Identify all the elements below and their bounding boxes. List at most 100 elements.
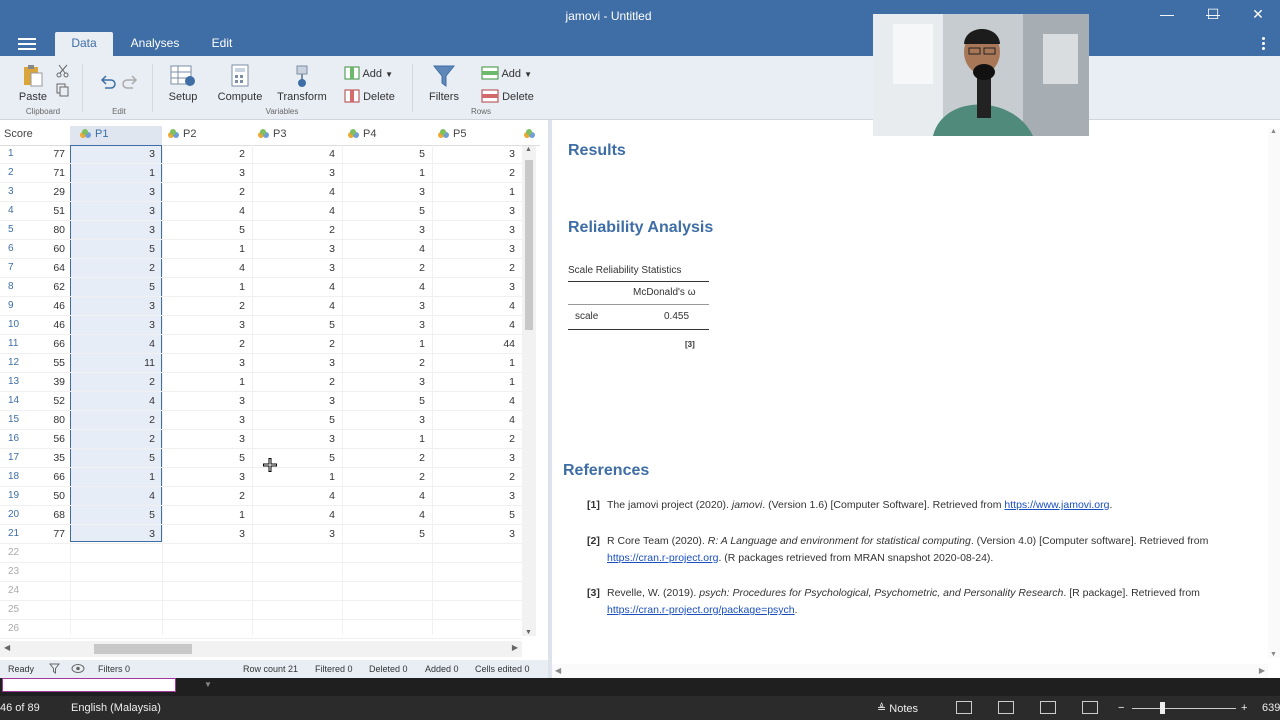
table-row[interactable]: 16 56 2 3 3 1 2 <box>0 430 522 449</box>
column-header-p5[interactable]: P5 <box>432 126 522 146</box>
cell-p5[interactable]: 3 <box>455 525 515 543</box>
cell-p1[interactable]: 3 <box>95 202 155 220</box>
cell-score[interactable]: 60 <box>5 240 65 258</box>
cell-p4[interactable]: 3 <box>365 297 425 315</box>
cell-p2[interactable]: 2 <box>185 145 245 163</box>
cell-p4[interactable]: 2 <box>365 449 425 467</box>
cell-p4[interactable]: 4 <box>365 487 425 505</box>
reference-link[interactable]: https://www.jamovi.org <box>1004 499 1109 511</box>
cell-p1[interactable]: 2 <box>95 259 155 277</box>
column-header-p3[interactable]: P3 <box>252 126 342 146</box>
cell-p2[interactable]: 1 <box>185 373 245 391</box>
cell-p5[interactable]: 3 <box>455 278 515 296</box>
undo-icon[interactable] <box>100 75 116 89</box>
cell-p3[interactable]: 1 <box>275 468 335 486</box>
cell-p1[interactable]: 5 <box>95 278 155 296</box>
table-row[interactable]: 10 46 3 3 5 3 4 <box>0 316 522 335</box>
slide-sorter-icon[interactable] <box>998 701 1014 714</box>
table-row[interactable]: 21 77 3 3 3 5 3 <box>0 525 522 544</box>
cell-score[interactable]: 71 <box>5 164 65 182</box>
table-row[interactable]: 23 <box>0 563 522 582</box>
cell-p5[interactable]: 3 <box>455 487 515 505</box>
horizontal-scrollbar[interactable]: ◀ ▶ <box>0 641 522 657</box>
cell-p5[interactable]: 3 <box>455 221 515 239</box>
cell-p2[interactable]: 3 <box>185 354 245 372</box>
cell-p4[interactable]: 4 <box>365 278 425 296</box>
scroll-down-icon[interactable]: ▼ <box>525 629 532 636</box>
cell-score[interactable]: 64 <box>5 259 65 277</box>
cell-p4[interactable]: 3 <box>365 373 425 391</box>
cell-p3[interactable]: 3 <box>275 354 335 372</box>
cell-score[interactable]: 46 <box>5 316 65 334</box>
table-row[interactable]: 19 50 4 2 4 4 3 <box>0 487 522 506</box>
column-header-score[interactable]: Score <box>4 126 70 146</box>
cell-p4[interactable]: 1 <box>365 164 425 182</box>
table-row[interactable]: 26 <box>0 620 522 639</box>
cell-p5[interactable]: 3 <box>455 202 515 220</box>
tab-analyses[interactable]: Analyses <box>124 32 186 56</box>
zoom-slider-handle[interactable] <box>1160 702 1165 714</box>
setup-button[interactable]: Setup <box>163 64 203 103</box>
cell-p5[interactable]: 44 <box>455 335 515 353</box>
cell-p5[interactable]: 2 <box>455 164 515 182</box>
cell-p2[interactable]: 1 <box>185 240 245 258</box>
cell-p2[interactable]: 1 <box>185 278 245 296</box>
cell-p2[interactable]: 3 <box>185 430 245 448</box>
cell-p1[interactable]: 5 <box>95 449 155 467</box>
redo-icon[interactable] <box>122 75 138 89</box>
cell-p1[interactable]: 2 <box>95 430 155 448</box>
cell-p3[interactable]: 4 <box>275 278 335 296</box>
cell-p5[interactable]: 1 <box>455 373 515 391</box>
cell-p1[interactable]: 3 <box>95 297 155 315</box>
menu-icon[interactable] <box>18 38 36 50</box>
cell-p3[interactable]: 4 <box>275 487 335 505</box>
cell-score[interactable]: 68 <box>5 506 65 524</box>
add-row-button[interactable]: Add ▼ <box>481 66 532 80</box>
cell-p5[interactable]: 2 <box>455 430 515 448</box>
add-variable-button[interactable]: Add ▼ <box>344 66 393 80</box>
close-button[interactable]: ✕ <box>1244 6 1272 23</box>
cell-p5[interactable]: 4 <box>455 316 515 334</box>
column-header-p2[interactable]: P2 <box>162 126 252 146</box>
zoom-slider[interactable] <box>1132 708 1236 709</box>
table-row[interactable]: 22 <box>0 544 522 563</box>
row-number[interactable]: 26 <box>0 620 22 638</box>
cell-p5[interactable]: 2 <box>455 259 515 277</box>
cell-p4[interactable]: 1 <box>365 430 425 448</box>
reference-link[interactable]: https://cran.r-project.org <box>607 552 718 564</box>
cell-p4[interactable]: 2 <box>365 468 425 486</box>
cell-p1[interactable]: 5 <box>95 240 155 258</box>
cell-p3[interactable]: 4 <box>275 145 335 163</box>
eye-icon[interactable] <box>71 663 85 674</box>
scroll-down-icon[interactable]: ▼ <box>1270 651 1277 658</box>
table-row[interactable]: 25 <box>0 601 522 620</box>
filter-icon[interactable] <box>49 663 60 674</box>
table-row[interactable]: 6 60 5 1 3 4 3 <box>0 240 522 259</box>
cell-p4[interactable]: 5 <box>365 525 425 543</box>
table-row[interactable]: 12 55 11 3 3 2 1 <box>0 354 522 373</box>
cell-p2[interactable]: 4 <box>185 202 245 220</box>
cell-p5[interactable]: 3 <box>455 240 515 258</box>
results-vertical-scrollbar[interactable]: ▲ ▼ <box>1268 128 1280 658</box>
row-number[interactable]: 23 <box>0 563 22 581</box>
row-number[interactable]: 24 <box>0 582 22 600</box>
cell-p1[interactable]: 11 <box>95 354 155 372</box>
cell-p3[interactable]: 3 <box>275 430 335 448</box>
cell-p3[interactable]: 2 <box>275 373 335 391</box>
cell-p4[interactable]: 4 <box>365 240 425 258</box>
cell-p1[interactable]: 2 <box>95 373 155 391</box>
cell-score[interactable]: 66 <box>5 335 65 353</box>
scroll-up-icon[interactable]: ▲ <box>525 146 532 153</box>
cell-p2[interactable]: 2 <box>185 183 245 201</box>
cell-p1[interactable]: 3 <box>95 183 155 201</box>
row-number[interactable]: 25 <box>0 601 22 619</box>
scroll-up-icon[interactable]: ▲ <box>1270 128 1277 135</box>
cell-p4[interactable]: 3 <box>365 316 425 334</box>
cell-p3[interactable]: 3 <box>275 525 335 543</box>
zoom-level[interactable]: 639 <box>1262 702 1280 714</box>
tab-edit[interactable]: Edit <box>200 32 244 56</box>
cell-score[interactable]: 39 <box>5 373 65 391</box>
cell-p3[interactable]: 5 <box>275 449 335 467</box>
table-row[interactable]: 2 71 1 3 3 1 2 <box>0 164 522 183</box>
zoom-out-icon[interactable]: − <box>1118 702 1124 714</box>
